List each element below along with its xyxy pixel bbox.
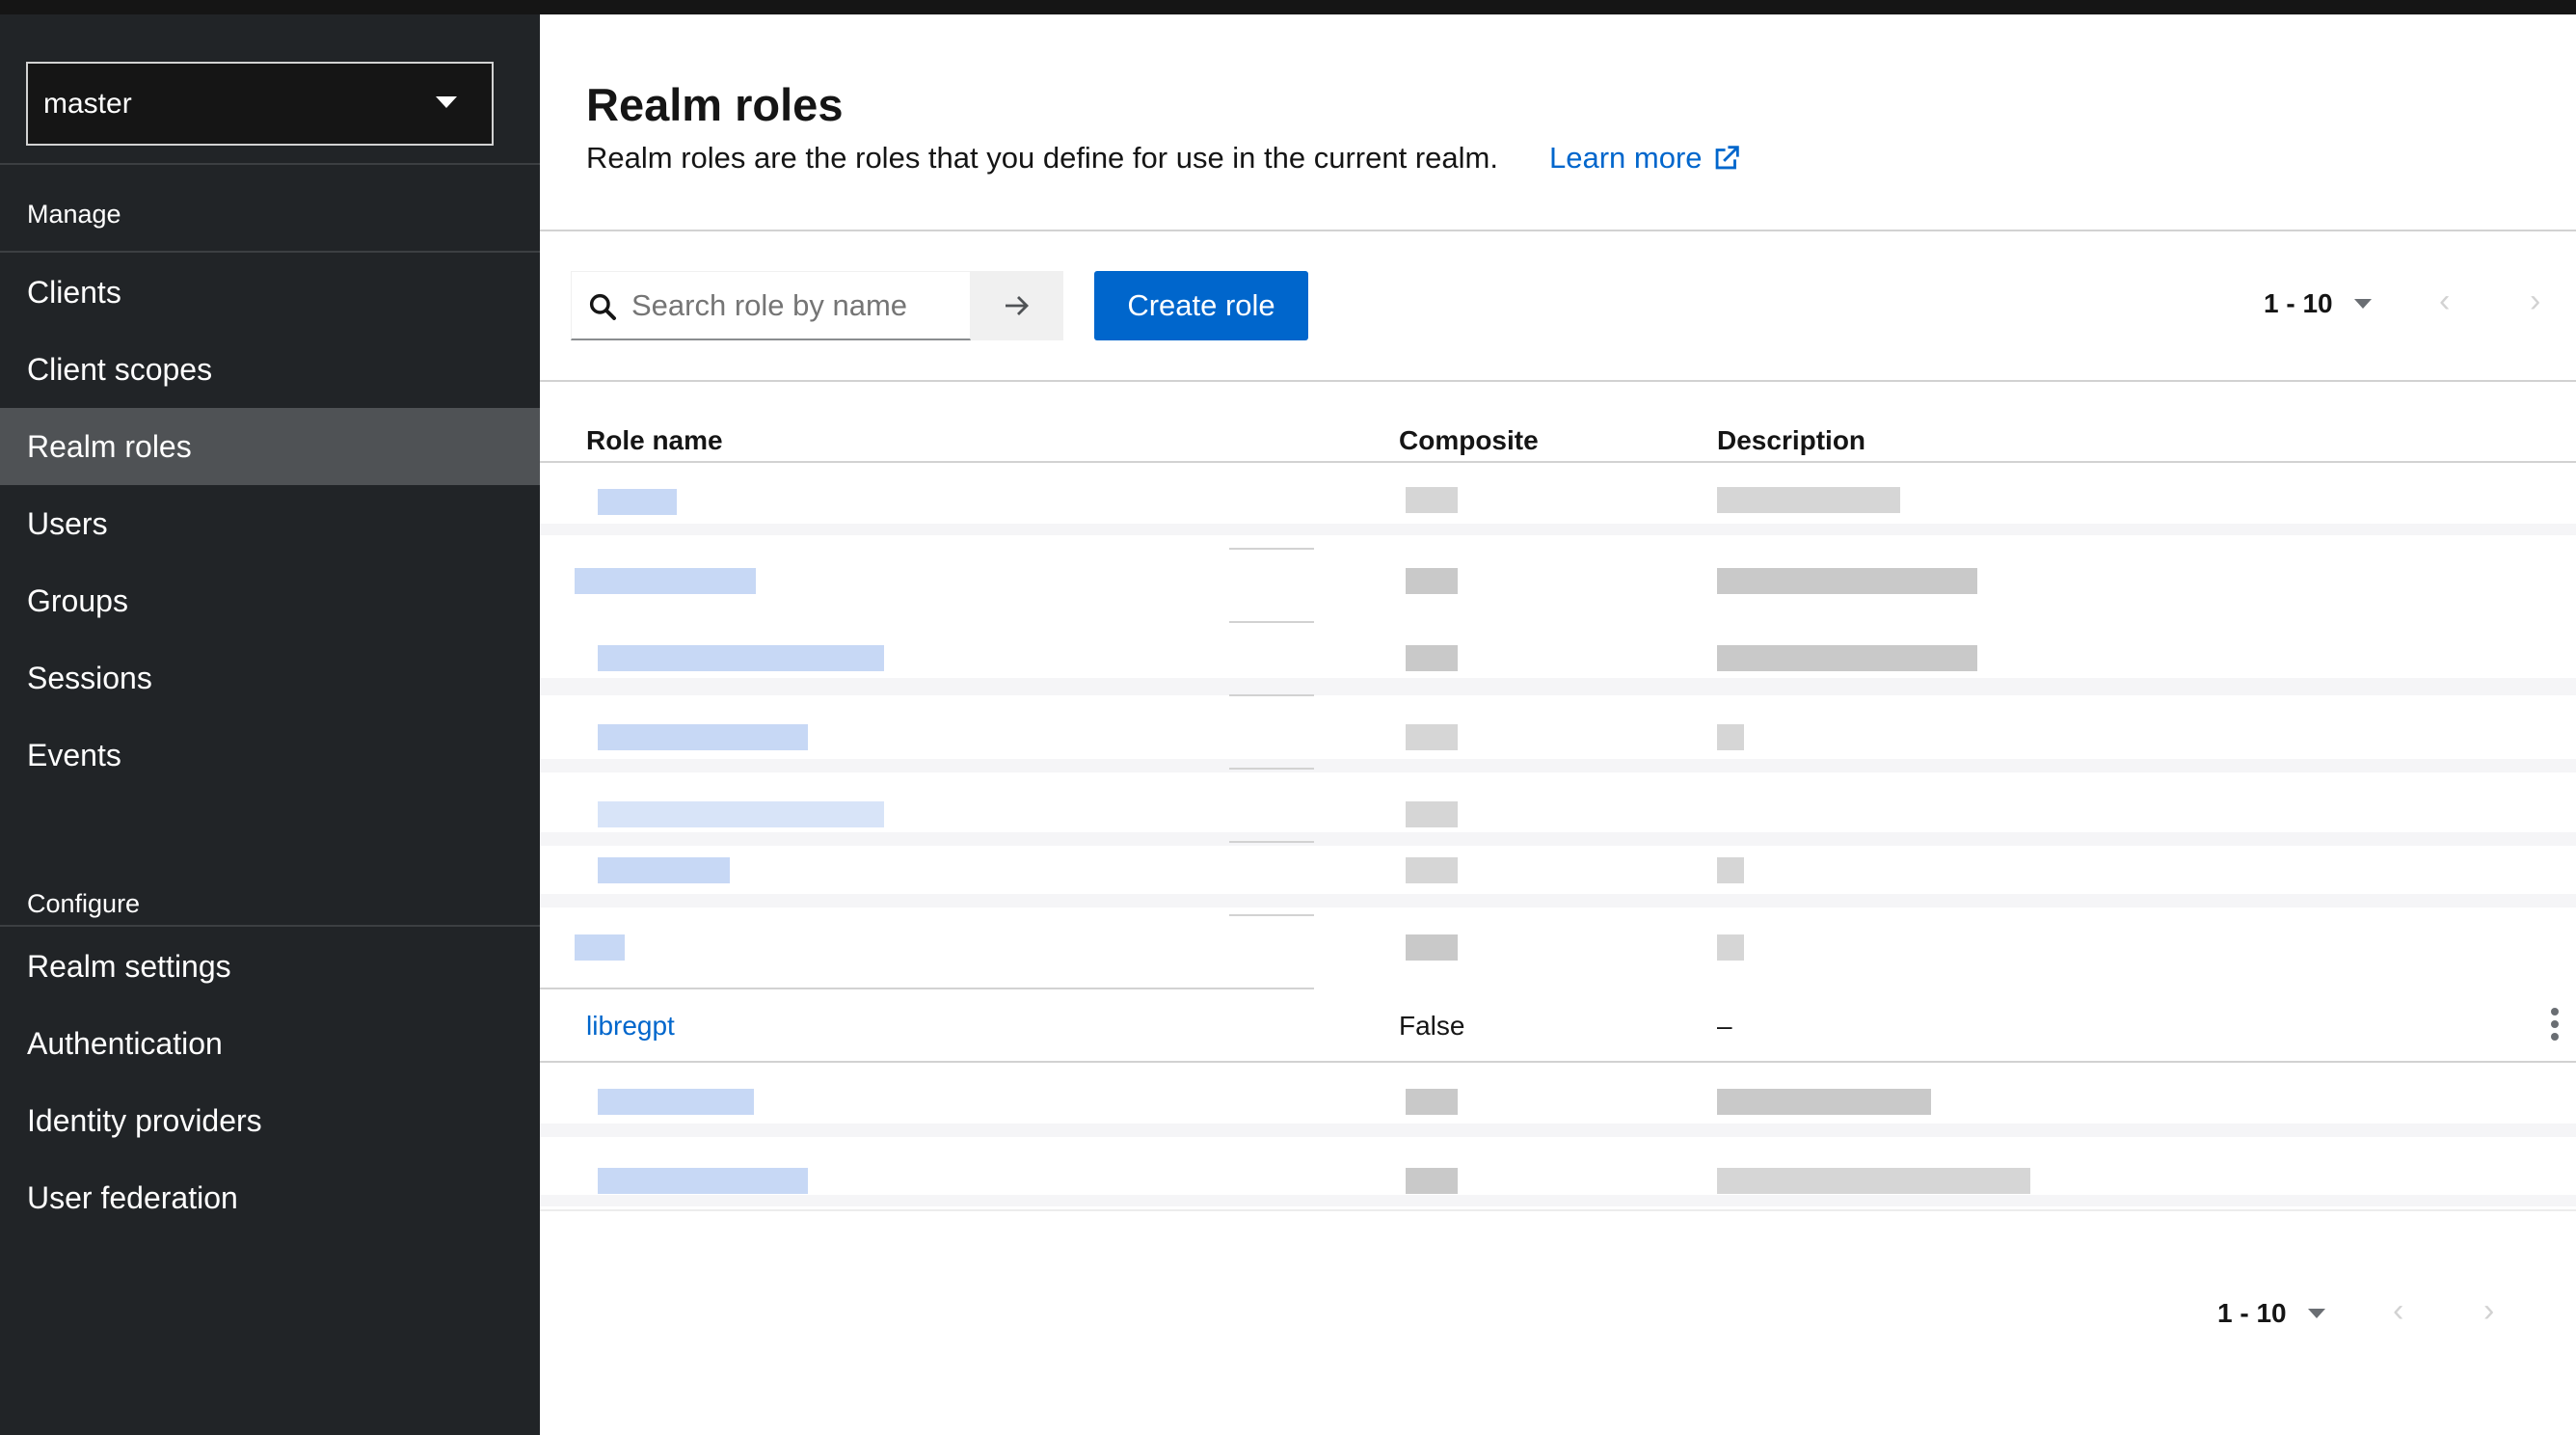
table-row [540,470,2576,543]
role-name-link[interactable]: libregpt [586,1011,675,1042]
sidebar-item-identity-providers[interactable]: Identity providers [0,1082,540,1159]
sidebar-item-events[interactable]: Events [0,717,540,794]
header-row-divider [540,461,2576,463]
table-row [540,547,2576,620]
create-role-button[interactable]: Create role [1094,271,1308,340]
realm-selector-value: master [43,87,132,120]
chevron-left-icon[interactable]: ‹ [2393,1292,2403,1330]
table-row-divider [1229,768,1314,770]
realm-selector[interactable]: master [26,62,494,146]
pagination-label: 1 - 10 [2217,1298,2287,1328]
learn-more-label: Learn more [1549,141,1703,175]
caret-down-icon [2307,1309,2325,1318]
table-row [540,921,2576,994]
page-description: Realm roles are the roles that you defin… [586,141,1498,175]
column-header-role-name[interactable]: Role name [586,425,723,456]
column-header-composite: Composite [1399,425,1539,455]
sidebar-item-sessions[interactable]: Sessions [0,639,540,717]
chevron-right-icon[interactable]: › [2483,1292,2494,1330]
arrow-right-icon [1006,296,1029,315]
search-input-group [571,271,971,340]
main-content: Realm roles Realm roles are the roles th… [540,14,2576,1435]
table-row [540,1071,2576,1145]
chevron-right-icon[interactable]: › [2530,283,2540,320]
search-icon [589,293,616,320]
learn-more-link[interactable]: Learn more [1549,141,1743,176]
sidebar: master Manage Clients Client scopes Real… [0,14,540,1435]
table-row [540,624,2576,697]
table-row [540,701,2576,774]
pagination-toggle-top[interactable]: 1 - 10 [2264,288,2372,319]
table-bottom-divider [540,1209,2576,1211]
sidebar-item-realm-roles[interactable]: Realm roles [0,408,540,485]
table-row-divider [1229,841,1314,843]
table-row-divider [540,988,1314,989]
column-header-description: Description [1717,425,1866,455]
search-input[interactable] [631,285,959,326]
search-submit-button[interactable] [971,271,1063,340]
description-value: – [1717,1011,1732,1041]
top-bar [0,0,2576,14]
kebab-menu-icon[interactable] [2551,1008,2563,1041]
section-title-manage: Manage [27,200,121,229]
sidebar-item-client-scopes[interactable]: Client scopes [0,331,540,408]
table-row [540,846,2576,919]
pagination-label: 1 - 10 [2264,288,2333,318]
divider [0,163,540,165]
table-row-divider [1229,621,1314,623]
pagination-toggle-bottom[interactable]: 1 - 10 [2217,1298,2325,1329]
sidebar-item-realm-settings[interactable]: Realm settings [0,928,540,1005]
header-divider [540,230,2576,231]
table-row [540,776,2576,850]
sidebar-item-clients[interactable]: Clients [0,254,540,331]
toolbar-divider [540,380,2576,382]
table-row-divider [1229,914,1314,916]
table-row-divider [540,1061,2576,1063]
chevron-left-icon[interactable]: ‹ [2439,283,2450,320]
external-link-icon [1715,146,1739,170]
caret-down-icon [2353,299,2372,309]
section-title-configure: Configure [27,889,141,918]
composite-value: False [1399,1011,1465,1041]
sidebar-item-users[interactable]: Users [0,485,540,562]
divider [0,251,540,253]
sidebar-item-groups[interactable]: Groups [0,562,540,639]
page-title: Realm roles [586,79,844,130]
sidebar-item-user-federation[interactable]: User federation [0,1159,540,1236]
table-row-divider [1229,694,1314,696]
caret-down-icon [436,96,457,108]
sidebar-item-authentication[interactable]: Authentication [0,1005,540,1082]
divider [0,925,540,927]
